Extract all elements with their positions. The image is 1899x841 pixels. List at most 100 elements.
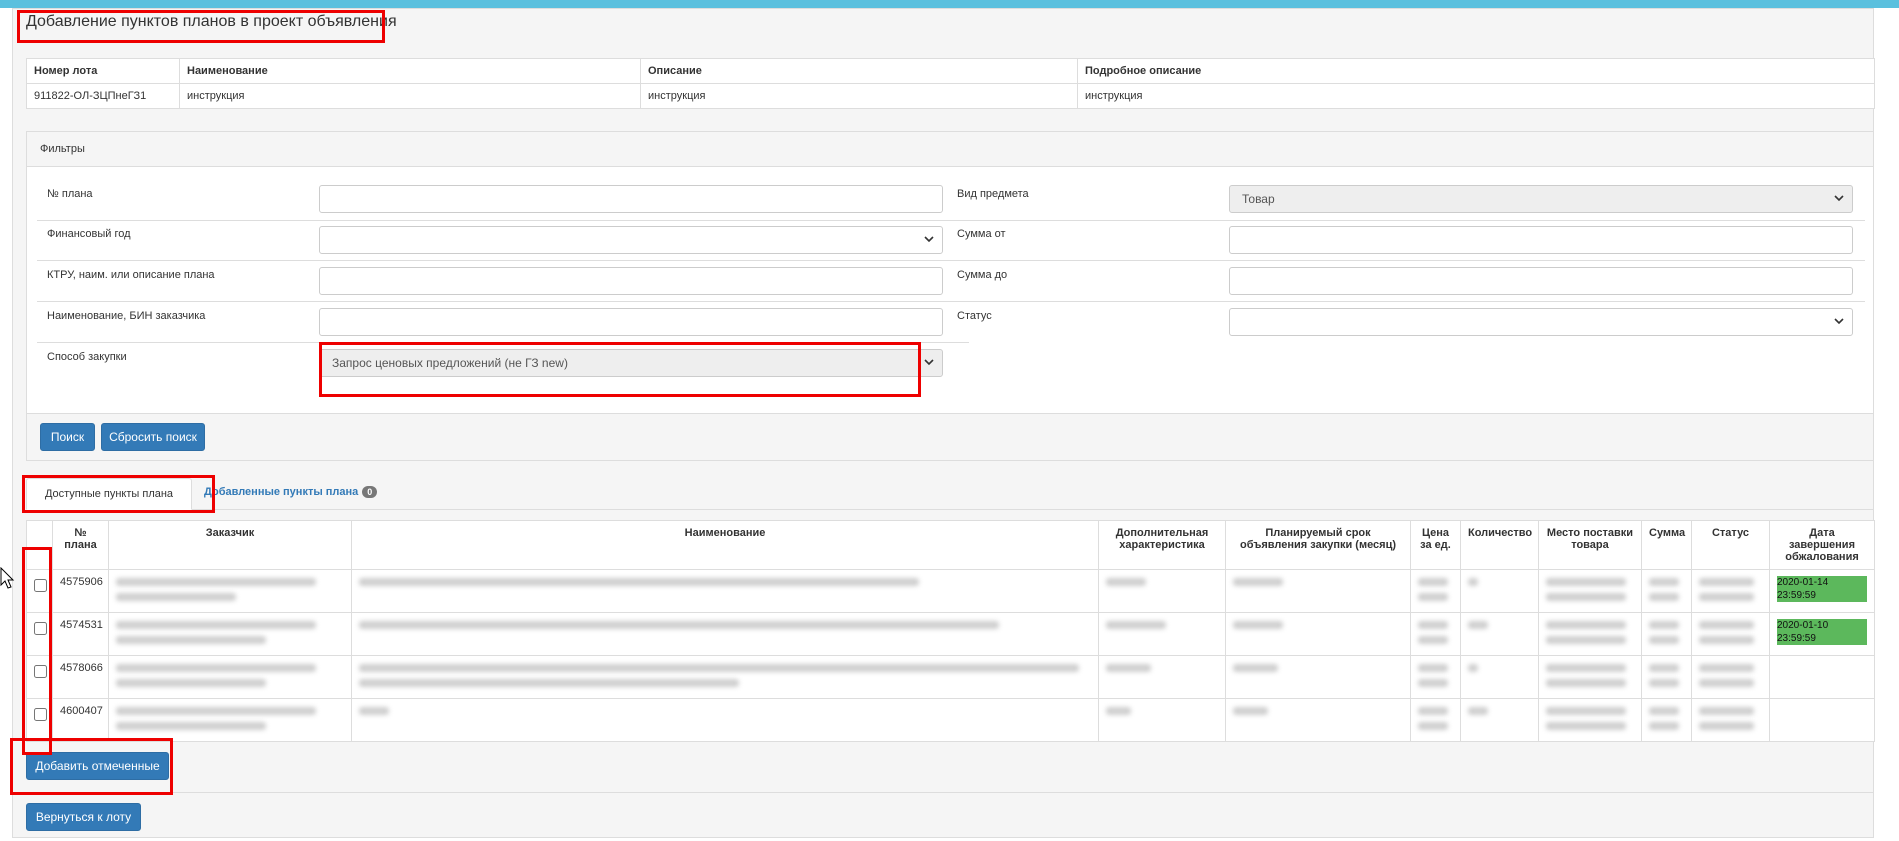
table-row: 4575906 2020-01-14 23:59:59 xyxy=(26,569,1875,613)
quantity-cell xyxy=(1460,569,1539,613)
reset-search-button[interactable]: Сбросить поиск xyxy=(101,423,205,451)
col-status: Статус xyxy=(1691,520,1770,570)
col-customer: Заказчик xyxy=(108,520,352,570)
col-plan-number: № плана xyxy=(52,520,109,570)
appeal-date-cell: 2020-01-10 23:59:59 xyxy=(1769,612,1875,656)
chevron-down-icon xyxy=(924,357,934,367)
row-checkbox-cell xyxy=(26,655,53,699)
extra-cell xyxy=(1098,655,1226,699)
row-checkbox[interactable] xyxy=(34,665,47,678)
search-button[interactable]: Поиск xyxy=(40,423,95,451)
sum-from-input[interactable] xyxy=(1229,226,1853,254)
month-cell xyxy=(1225,569,1411,613)
items-table-header: № плана Заказчик Наименование Дополнител… xyxy=(26,520,1875,570)
quantity-cell xyxy=(1460,698,1539,742)
appeal-date-cell xyxy=(1769,698,1875,742)
procurement-method-select[interactable]: Запрос ценовых предложений (не ГЗ new) xyxy=(319,349,943,377)
price-cell xyxy=(1410,698,1461,742)
filters-panel: Фильтры № плана Финансовый год КТРУ, наи… xyxy=(26,131,1874,461)
divider xyxy=(37,220,969,221)
price-cell xyxy=(1410,655,1461,699)
col-lot-number: Номер лота xyxy=(26,58,180,84)
col-appeal-end-date: Дата завершения обжалования xyxy=(1769,520,1875,570)
tab-added-items[interactable]: Добавленные пункты плана 0 xyxy=(204,486,378,499)
appeal-date-cell xyxy=(1769,655,1875,699)
row-checkbox[interactable] xyxy=(34,708,47,721)
add-checked-button[interactable]: Добавить отмеченные xyxy=(26,752,169,780)
chevron-down-icon xyxy=(1834,316,1844,326)
customer-cell xyxy=(108,698,352,742)
status-cell xyxy=(1691,698,1770,742)
sum-cell xyxy=(1641,612,1692,656)
month-cell xyxy=(1225,612,1411,656)
row-checkbox[interactable] xyxy=(34,579,47,592)
status-cell xyxy=(1691,655,1770,699)
divider xyxy=(37,301,969,302)
month-cell xyxy=(1225,698,1411,742)
plan-number: 4574531 xyxy=(52,612,109,656)
divider xyxy=(969,260,1865,261)
customer-label: Наименование, БИН заказчика xyxy=(47,310,206,322)
subject-type-value: Товар xyxy=(1242,192,1275,206)
col-description: Описание xyxy=(640,58,1078,84)
col-delivery-place: Место поставки товара xyxy=(1538,520,1642,570)
chevron-down-icon xyxy=(1834,193,1844,203)
quantity-cell xyxy=(1460,612,1539,656)
mouse-cursor-icon xyxy=(0,567,15,589)
status-cell xyxy=(1691,569,1770,613)
lot-table: Номер лота Наименование Описание Подробн… xyxy=(26,58,1875,109)
row-checkbox[interactable] xyxy=(34,622,47,635)
select-column xyxy=(26,520,53,570)
lot-table-header: Номер лота Наименование Описание Подробн… xyxy=(26,58,1875,84)
back-to-lot-button[interactable]: Вернуться к лоту xyxy=(26,803,141,831)
filters-title: Фильтры xyxy=(27,132,1873,167)
place-cell xyxy=(1538,655,1642,699)
customer-cell xyxy=(108,655,352,699)
item-name-cell xyxy=(351,655,1099,699)
sum-cell xyxy=(1641,698,1692,742)
col-sum: Сумма xyxy=(1641,520,1692,570)
top-accent-bar xyxy=(0,0,1899,8)
item-name-cell xyxy=(351,698,1099,742)
table-row: 4574531 2020-01-10 23:59:59 xyxy=(26,612,1875,656)
appeal-end-date: 2020-01-10 23:59:59 xyxy=(1777,619,1867,645)
divider xyxy=(969,220,1865,221)
financial-year-label: Финансовый год xyxy=(47,228,131,240)
sum-cell xyxy=(1641,569,1692,613)
tab-available-items[interactable]: Доступные пункты плана xyxy=(26,478,192,510)
sum-cell xyxy=(1641,655,1692,699)
customer-input[interactable] xyxy=(319,308,943,336)
extra-cell xyxy=(1098,698,1226,742)
plan-number-input[interactable] xyxy=(319,185,943,213)
financial-year-select[interactable] xyxy=(319,226,943,254)
customer-cell xyxy=(108,569,352,613)
sum-to-label: Сумма до xyxy=(957,269,1008,281)
place-cell xyxy=(1538,569,1642,613)
plan-number-label: № плана xyxy=(47,188,93,200)
price-cell xyxy=(1410,612,1461,656)
procurement-method-value: Запрос ценовых предложений (не ГЗ new) xyxy=(332,356,568,370)
item-name-cell xyxy=(351,569,1099,613)
table-row: 911822-ОЛ-ЗЦПнеГЗ1 инструкция инструкция… xyxy=(26,83,1875,109)
item-name-cell xyxy=(351,612,1099,656)
col-quantity: Количество xyxy=(1460,520,1539,570)
chevron-down-icon xyxy=(924,234,934,244)
ktru-input[interactable] xyxy=(319,267,943,295)
plan-number: 4600407 xyxy=(52,698,109,742)
procurement-method-label: Способ закупки xyxy=(47,351,127,363)
status-select[interactable] xyxy=(1229,308,1853,336)
divider xyxy=(37,342,969,343)
lot-detailed-description: инструкция xyxy=(1077,83,1875,109)
status-label: Статус xyxy=(957,310,992,322)
subject-type-select[interactable]: Товар xyxy=(1229,185,1853,213)
lot-description: инструкция xyxy=(640,83,1078,109)
col-planned-month: Планируемый срок объявления закупки (мес… xyxy=(1225,520,1411,570)
page-title: Добавление пунктов планов в проект объяв… xyxy=(26,13,397,30)
col-detailed-description: Подробное описание xyxy=(1077,58,1875,84)
sum-to-input[interactable] xyxy=(1229,267,1853,295)
table-row: 4600407 xyxy=(26,698,1875,742)
col-item-name: Наименование xyxy=(351,520,1099,570)
filters-footer: Поиск Сбросить поиск xyxy=(27,413,1873,460)
subject-type-label: Вид предмета xyxy=(957,188,1029,200)
plan-number: 4575906 xyxy=(52,569,109,613)
